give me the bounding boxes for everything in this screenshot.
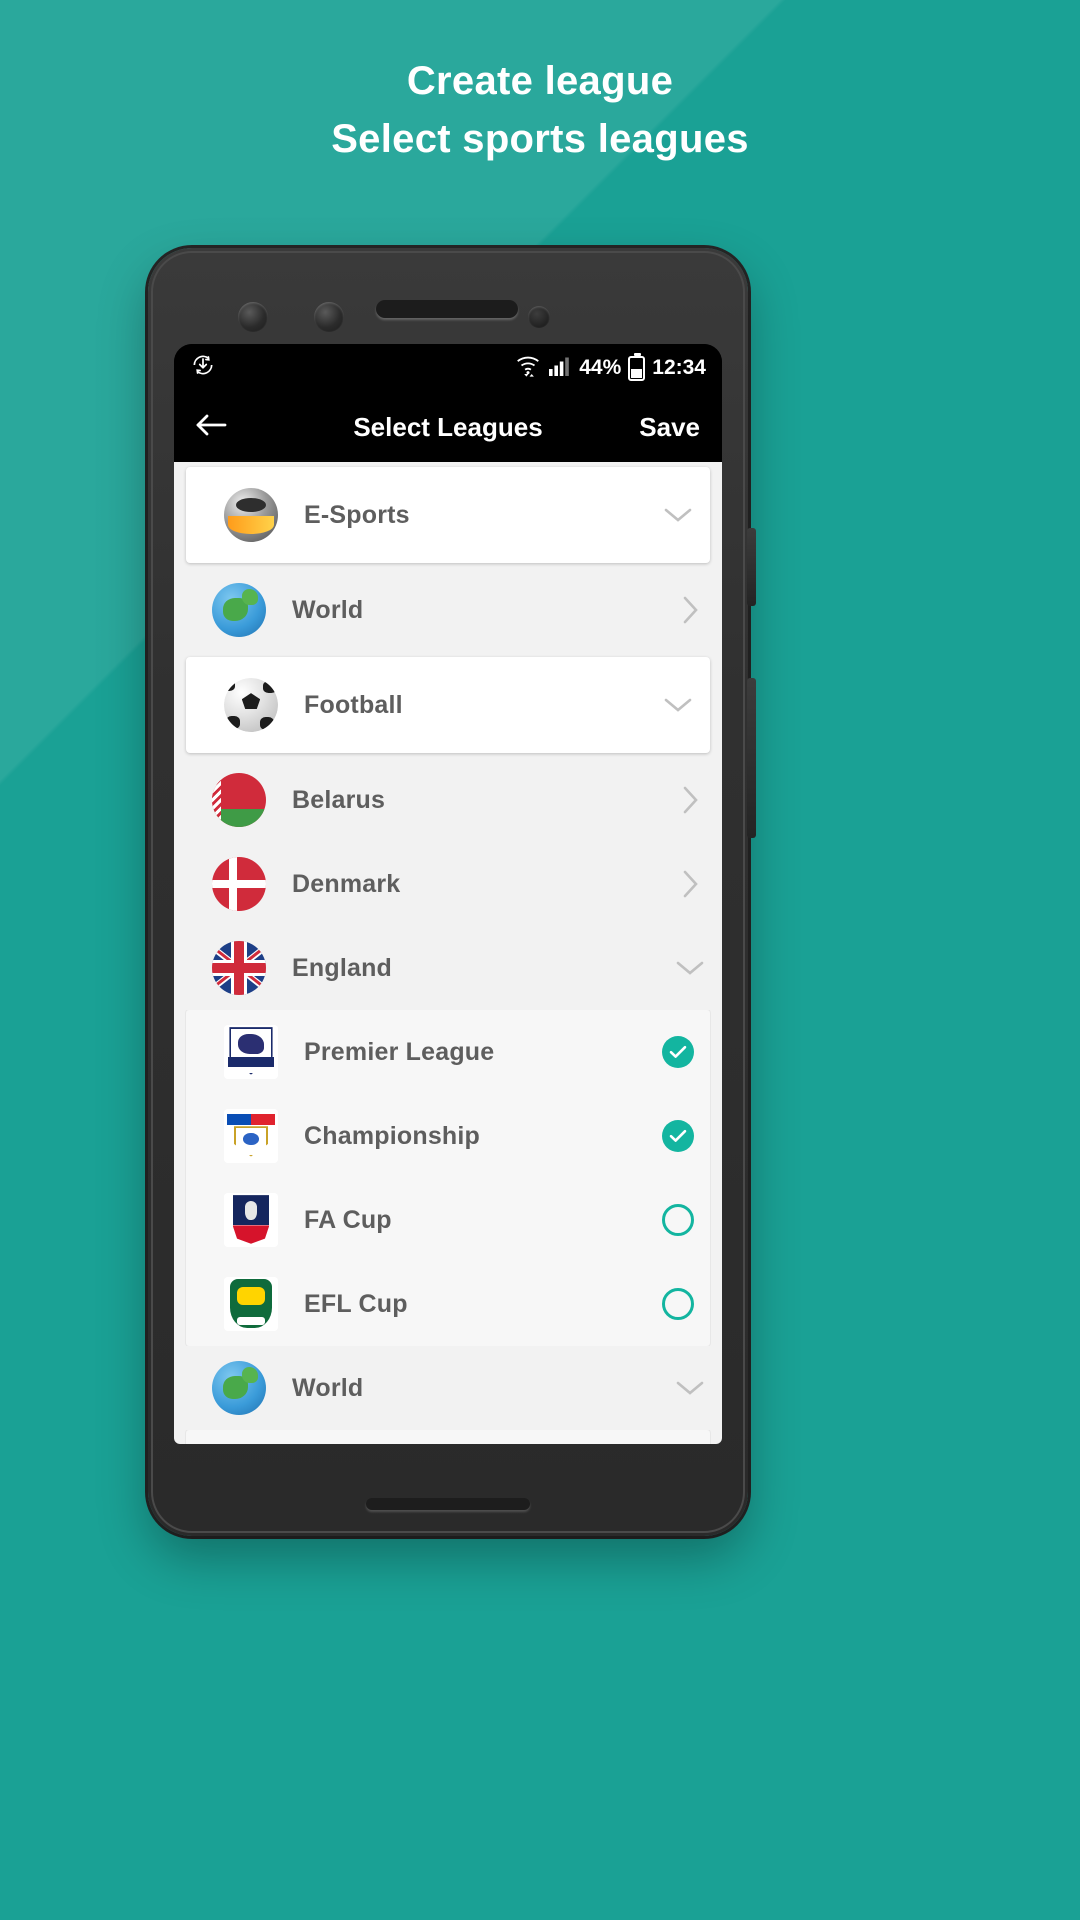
list-item-label: Championship [304, 1121, 481, 1150]
battery-percent-label: 44% [579, 356, 622, 379]
list-item[interactable]: Football [186, 657, 710, 753]
efl-championship-logo-icon [224, 1109, 278, 1163]
list-item-label: World [292, 595, 364, 624]
earpiece-speaker [376, 300, 518, 318]
app-bar: Select Leagues Save [174, 392, 722, 462]
list-item-label: FA Cup [304, 1205, 392, 1234]
status-bar: 44% 12:34 [174, 344, 722, 392]
list-item-label: Belarus [292, 785, 386, 814]
fa-cup-logo-icon [224, 1193, 278, 1247]
list-item-label: Premier League [304, 1037, 495, 1066]
front-camera-secondary-icon [314, 302, 344, 332]
check-on-icon [662, 1036, 694, 1068]
list-item-label: England [292, 953, 393, 982]
status-bar-right: 44% 12:34 [515, 352, 706, 383]
check-on-icon [662, 1120, 694, 1152]
premier-league-logo-icon [224, 1025, 278, 1079]
league-checkbox[interactable] [646, 1288, 710, 1320]
chevron-down-icon[interactable] [646, 506, 710, 524]
world-globe-icon [212, 1361, 266, 1415]
list-item[interactable]: E-Sports [186, 467, 710, 563]
list-item[interactable]: EFL Cup [186, 1262, 710, 1346]
football-ball-icon [224, 678, 278, 732]
chevron-right-icon[interactable] [658, 595, 722, 625]
battery-icon [628, 352, 646, 381]
world-globe-icon [212, 583, 266, 637]
list-item-label: Denmark [292, 869, 401, 898]
back-button[interactable] [174, 392, 248, 462]
list-item[interactable]: World [174, 1346, 722, 1430]
save-button[interactable]: Save [639, 412, 700, 443]
chevron-down-icon[interactable] [658, 959, 722, 977]
list-item[interactable]: Belarus [174, 758, 722, 842]
world-leagues-group: FIFA For the Game. For the World. Club F… [186, 1430, 710, 1444]
list-item-label: Football [304, 690, 403, 719]
check-off-icon [662, 1204, 694, 1236]
back-arrow-icon [194, 412, 228, 443]
list-item[interactable]: England [174, 926, 722, 1010]
flag-belarus-icon [212, 773, 266, 827]
list-item-label: EFL Cup [304, 1289, 408, 1318]
promo-line-1: Create league [406, 59, 674, 103]
list-item[interactable]: Championship [186, 1094, 710, 1178]
power-button[interactable] [747, 678, 756, 838]
list-item[interactable]: Denmark [174, 842, 722, 926]
promo-line-2: Select sports leagues [331, 117, 749, 161]
front-camera-icon [238, 302, 268, 332]
wifi-icon [515, 353, 541, 383]
phone-mockup: 44% 12:34 Select Leagues Save E-Sports W… [148, 248, 756, 1536]
signal-bars-icon [548, 354, 572, 382]
check-off-icon [662, 1288, 694, 1320]
leagues-list[interactable]: E-Sports World Football Belarus Denmark … [174, 462, 722, 1444]
chevron-down-icon[interactable] [658, 1379, 722, 1397]
volume-button[interactable] [747, 528, 756, 606]
league-checkbox[interactable] [646, 1036, 710, 1068]
chevron-down-icon[interactable] [646, 696, 710, 714]
efl-cup-logo-icon [224, 1277, 278, 1331]
list-item[interactable]: World [174, 568, 722, 652]
proximity-sensor-icon [528, 306, 550, 328]
england-leagues-group: Premier League Championship FA Cup EFL C… [186, 1010, 710, 1346]
phone-top-hardware [148, 288, 748, 344]
download-sync-icon [190, 352, 216, 384]
phone-screen: 44% 12:34 Select Leagues Save E-Sports W… [174, 344, 722, 1444]
promo-headline: Create league Select sports leagues [0, 52, 1080, 168]
phone-bottom-speaker [366, 1498, 530, 1510]
chevron-right-icon[interactable] [658, 869, 722, 899]
flag-england-icon [212, 941, 266, 995]
flag-denmark-icon [212, 857, 266, 911]
list-item-label: E-Sports [304, 500, 410, 529]
clock-label: 12:34 [652, 356, 706, 379]
status-bar-left [190, 352, 216, 384]
list-item[interactable]: Premier League [186, 1010, 710, 1094]
list-item[interactable]: FIFA For the Game. For the World. Club F… [186, 1430, 710, 1444]
list-item-label: World [292, 1373, 364, 1402]
esports-logo-icon [224, 488, 278, 542]
league-checkbox[interactable] [646, 1204, 710, 1236]
league-checkbox[interactable] [646, 1120, 710, 1152]
list-item[interactable]: FA Cup [186, 1178, 710, 1262]
chevron-right-icon[interactable] [658, 785, 722, 815]
